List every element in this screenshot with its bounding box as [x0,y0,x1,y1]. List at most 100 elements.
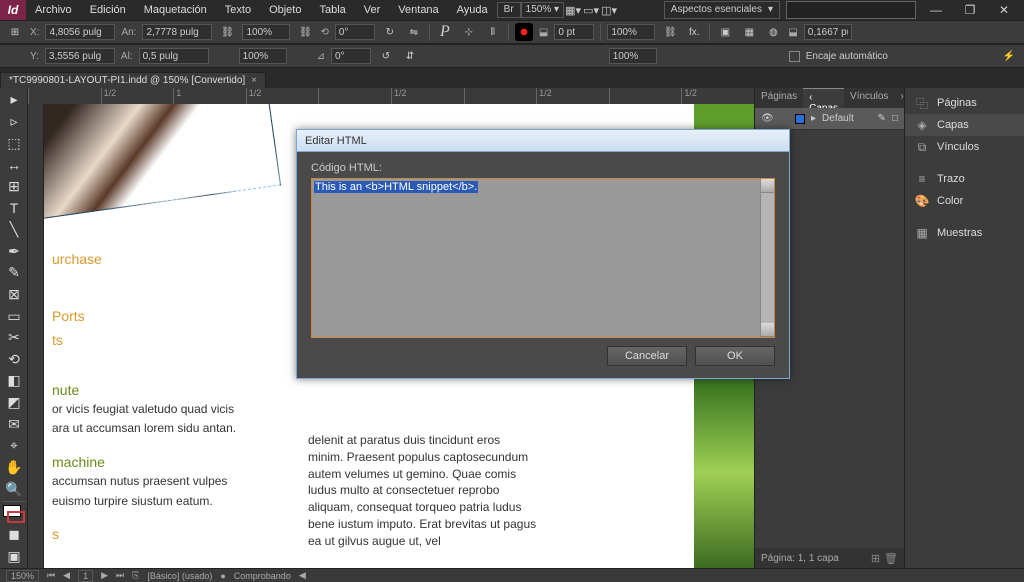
scroll-up-icon[interactable]: ▴ [761,179,774,193]
status-zoom[interactable]: 150% [6,570,39,582]
view-options-icon[interactable]: ▦▾ [564,1,582,19]
maximize-button[interactable]: ❐ [956,1,984,19]
dialog-titlebar[interactable]: Editar HTML [297,130,789,152]
selection-tool-icon[interactable]: ▸ [2,90,26,110]
distribute-icon[interactable]: ⫴ [484,23,502,41]
stroke-weight-input[interactable] [554,24,594,40]
delete-layer-icon[interactable]: 🗑 [884,552,898,565]
menu-edicion[interactable]: Edición [81,0,135,20]
textarea-scrollbar[interactable]: ▴ ▾ [760,179,774,337]
fill-none-icon[interactable] [515,23,533,41]
rotate-cw-icon[interactable]: ↻ [381,23,399,41]
page-next-icon[interactable]: ▶ [101,570,108,581]
dock-capas[interactable]: ◈Capas [905,114,1024,136]
menu-maquetacion[interactable]: Maquetación [135,0,216,20]
tab-paginas[interactable]: Páginas [755,88,803,108]
page-tool-icon[interactable]: ⬚ [2,133,26,153]
menu-texto[interactable]: Texto [216,0,260,20]
link-scale-icon[interactable]: ⛓ [296,23,314,41]
type-tool-icon[interactable]: T [2,198,26,218]
apply-color-icon[interactable]: ◼ [2,525,26,545]
menu-tabla[interactable]: Tabla [310,0,354,20]
workspace-switcher[interactable]: Aspectos esenciales ▾ [664,1,780,19]
flip-v-icon[interactable]: ⇵ [401,47,419,65]
menu-ventana[interactable]: Ventana [389,0,447,20]
dock-vinculos[interactable]: ⧉Vínculos [905,136,1024,158]
menu-archivo[interactable]: Archivo [26,0,81,20]
minimize-button[interactable]: — [922,1,950,19]
transform-tool-icon[interactable]: ⟲ [2,350,26,370]
pen-tool-icon[interactable]: ✒ [2,241,26,261]
ok-button[interactable]: OK [695,346,775,366]
nudge-input[interactable] [804,24,852,40]
effects-icon[interactable]: fx. [685,23,703,41]
open-icon[interactable]: ⎘ [132,570,139,581]
char-format-icon[interactable]: P [436,23,454,41]
tab-vinculos[interactable]: Vínculos [844,88,894,108]
dock-color[interactable]: 🎨Color [905,190,1024,212]
lightning-icon[interactable]: ⚡ [1000,47,1018,65]
wrap-shape-icon[interactable]: ◍ [764,23,782,41]
close-button[interactable]: ✕ [990,1,1018,19]
dock-trazo[interactable]: ≡Trazo [905,168,1024,190]
arrange-icon[interactable]: ◫▾ [600,1,618,19]
page-number[interactable]: 1 [78,570,93,582]
menu-ver[interactable]: Ver [355,0,390,20]
bridge-button[interactable]: Br [497,2,521,18]
screen-mode-icon[interactable]: ▭▾ [582,1,600,19]
dock-paginas[interactable]: ⿻Páginas [905,92,1024,114]
align-icon[interactable]: ⊹ [460,23,478,41]
link-wh-icon[interactable]: ⛓ [218,23,236,41]
menu-objeto[interactable]: Objeto [260,0,310,20]
height-input[interactable] [139,48,209,64]
frame-tool-icon[interactable]: ⊠ [2,285,26,305]
close-tab-icon[interactable]: × [251,75,257,86]
zoom-tool-icon[interactable]: 🔍 [2,479,26,499]
rotation-input[interactable] [335,24,375,40]
y-input[interactable] [45,48,115,64]
fill-stroke-icon[interactable] [2,501,26,523]
flip-h-icon[interactable]: ⇋ [405,23,423,41]
pencil-tool-icon[interactable]: ✎ [2,263,26,283]
scale-y2-input[interactable] [609,48,657,64]
content-collector-icon[interactable]: ⊞ [2,177,26,197]
tab-capas[interactable]: ‹ Capas [803,88,844,108]
zoom-level-select[interactable]: 150% ▾ [521,2,564,18]
placed-image-top[interactable] [44,104,281,222]
menu-ayuda[interactable]: Ayuda [448,0,497,20]
text-frame-left[interactable]: urchase Ports ts nute or vicis feugiat v… [52,244,302,547]
layer-row[interactable]: 👁 ▸ Default ✎ □ [755,108,904,130]
scroll-left-icon[interactable]: ◀ [299,570,306,581]
search-input[interactable] [786,1,916,19]
width-input[interactable] [142,24,212,40]
gradient-feather-icon[interactable]: ◩ [2,393,26,413]
html-code-textarea[interactable]: This is an <b>HTML snippet</b>. ▴ ▾ [311,178,775,338]
reference-point-icon[interactable]: ⊞ [6,23,24,41]
target-icon[interactable]: □ [892,113,898,124]
eyedropper-tool-icon[interactable]: ⌖ [2,436,26,456]
link-scale2-icon[interactable]: ⛓ [661,23,679,41]
text-frame-right[interactable]: delenit at paratus duis tincidunt eros m… [308,432,538,550]
wrap-none-icon[interactable]: ▣ [716,23,734,41]
x-input[interactable] [45,24,115,40]
layer-expand-icon[interactable]: ▸ [811,113,816,124]
note-tool-icon[interactable]: ✉ [2,414,26,434]
pen-icon[interactable]: ✎ [878,113,886,124]
scale-y-input[interactable] [239,48,287,64]
screen-mode-tool-icon[interactable]: ▣ [2,547,26,567]
page-first-icon[interactable]: ⏮ [47,570,55,581]
scale-x2-input[interactable] [607,24,655,40]
scale-x-input[interactable] [242,24,290,40]
scroll-down-icon[interactable]: ▾ [761,323,774,337]
autowrap-check[interactable] [789,51,800,62]
shear-input[interactable] [331,48,371,64]
scissors-tool-icon[interactable]: ✂ [2,328,26,348]
visibility-icon[interactable]: 👁 [761,113,773,125]
line-tool-icon[interactable]: ╲ [2,220,26,240]
direct-select-tool-icon[interactable]: ▹ [2,112,26,132]
rectangle-tool-icon[interactable]: ▭ [2,306,26,326]
wrap-bound-icon[interactable]: ▦ [740,23,758,41]
page-prev-icon[interactable]: ◀ [63,570,70,581]
page-last-icon[interactable]: ⏭ [116,570,124,581]
rotate-ccw-icon[interactable]: ↺ [377,47,395,65]
